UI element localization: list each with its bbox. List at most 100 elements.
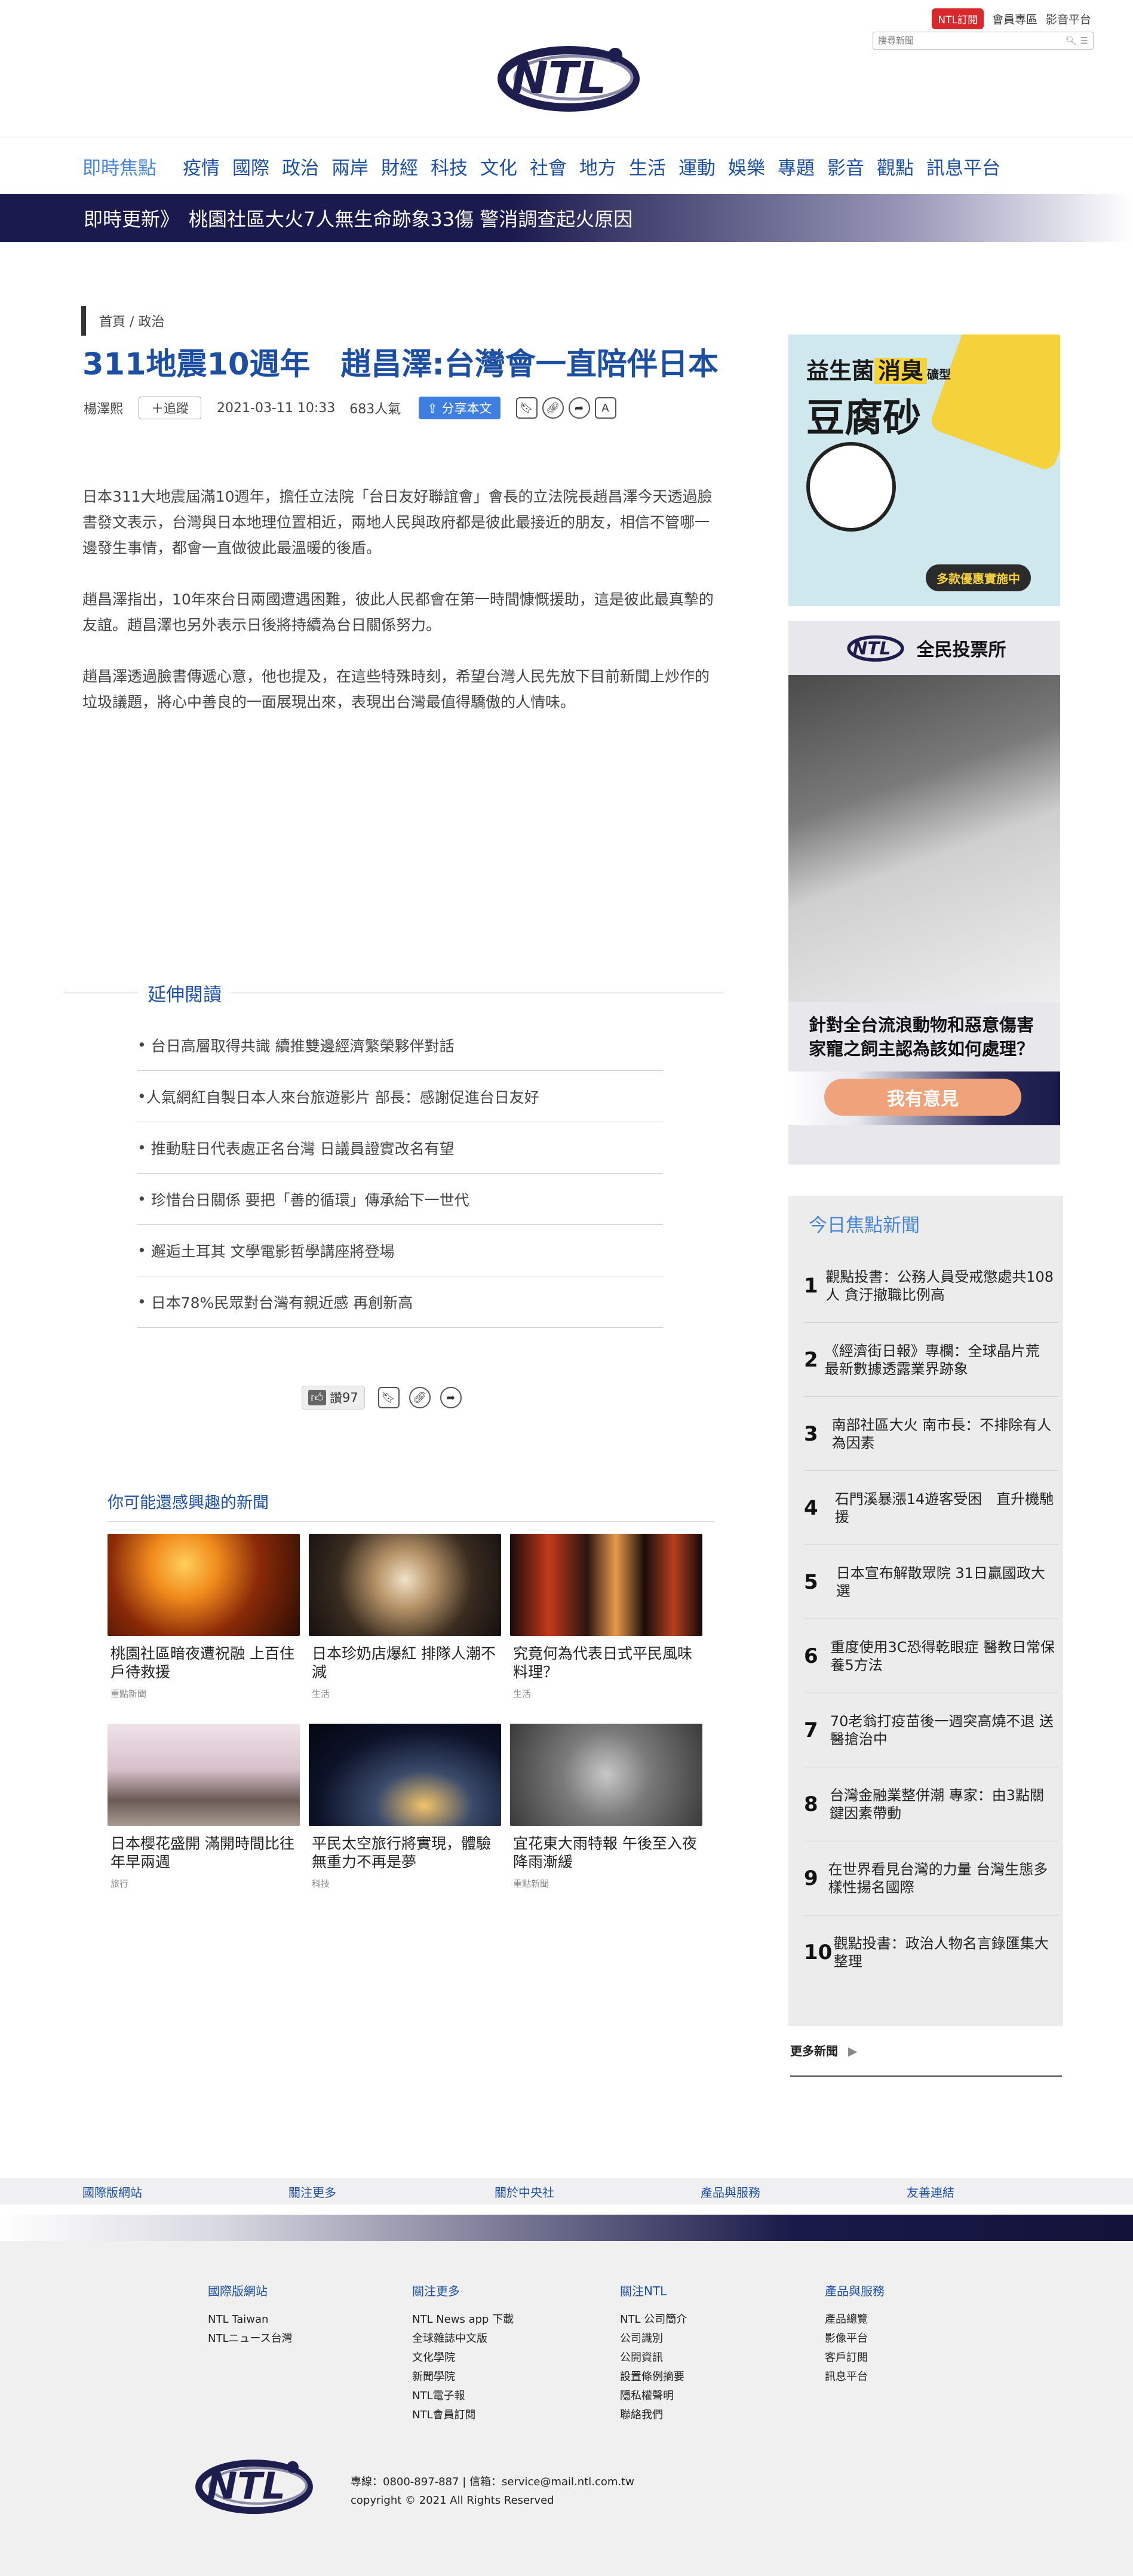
forward-icon[interactable]: ➦	[568, 397, 590, 419]
footer-col-link[interactable]: 公開資訊	[620, 2348, 687, 2368]
list-item[interactable]: • 珍惜台日關係 要把「善的循環」傳承給下一世代	[137, 1174, 663, 1225]
breaking-text[interactable]: 桃園社區大火7人無生命跡象33傷 警消調查起火原因	[189, 204, 632, 232]
menu-icon[interactable]: ☰	[1080, 35, 1088, 46]
nav-item-culture[interactable]: 文化	[480, 153, 517, 180]
footer-link[interactable]: 國際版網站	[82, 2183, 288, 2200]
news-card[interactable]: 日本櫻花盛開 滿開時間比往年早兩週 旅行	[108, 1724, 300, 1890]
nav-item-sports[interactable]: 運動	[678, 153, 716, 180]
focus-item[interactable]: 2 《經濟街日報》專欄：全球晶片荒 最新數據透露業界跡象	[804, 1323, 1058, 1397]
author-name[interactable]: 楊澤熙	[84, 398, 123, 417]
nav-hot[interactable]: 即時焦點	[82, 153, 156, 180]
footer-link[interactable]: 友善連結	[907, 2183, 1113, 2200]
focus-item[interactable]: 5 日本宣布解散眾院 31日贏國政大選	[804, 1545, 1058, 1619]
footer-col-link[interactable]: 客戶訂閱	[825, 2348, 885, 2368]
news-card[interactable]: 桃園社區暗夜遭祝融 上百住戶待救援 重點新聞	[108, 1534, 300, 1700]
footer-logo[interactable]: NTL	[190, 2451, 318, 2520]
bookmark-icon[interactable]: 🔖︎	[377, 1387, 400, 1408]
footer-col-link[interactable]: 影像平台	[825, 2329, 885, 2348]
breaking-news-bar[interactable]: 即時更新》 桃園社區大火7人無生命跡象33傷 警消調查起火原因	[0, 194, 1133, 242]
link-icon[interactable]: 🔗︎	[542, 397, 564, 419]
nav-item-platform[interactable]: 訊息平台	[926, 153, 1000, 180]
footer-col-link[interactable]: 訊息平台	[825, 2368, 885, 2387]
nav-item-tech[interactable]: 科技	[431, 153, 468, 180]
ad-button[interactable]: 多款優惠實施中	[926, 564, 1031, 591]
nav-item-society[interactable]: 社會	[530, 153, 567, 180]
news-card[interactable]: 平民太空旅行將實現，體驗無重力不再是夢 科技	[309, 1724, 501, 1890]
list-item[interactable]: • 台日高層取得共識 續推雙邊經濟繁榮夥伴對話	[137, 1020, 663, 1071]
follow-button[interactable]: ＋追蹤	[139, 397, 202, 419]
member-link[interactable]: 會員專區	[992, 11, 1037, 27]
news-card-title[interactable]: 平民太空旅行將實現，體驗無重力不再是夢	[309, 1834, 501, 1871]
news-card-title[interactable]: 宜花東大雨特報 午後至入夜降雨漸緩	[510, 1834, 702, 1871]
search-box[interactable]: 🔍︎ ☰	[873, 32, 1094, 50]
nav-item-cross-strait[interactable]: 兩岸	[331, 153, 369, 180]
focus-item[interactable]: 8 台灣金融業整併潮 專家：由3點關鍵因素帶動	[804, 1767, 1058, 1841]
footer-col-link[interactable]: NTL Taiwan	[208, 2310, 293, 2329]
nav-item-local[interactable]: 地方	[579, 153, 616, 180]
focus-item[interactable]: 4 石門溪暴漲14遊客受困 直升機馳援	[804, 1471, 1058, 1545]
footer-col-link[interactable]: NTLニュース台灣	[208, 2329, 293, 2348]
news-card-image[interactable]	[108, 1534, 300, 1636]
footer-col-link[interactable]: 文化學院	[412, 2348, 514, 2368]
footer-col-link[interactable]: 新聞學院	[412, 2368, 514, 2387]
like-button[interactable]: 👍︎ 讚 97	[302, 1386, 365, 1410]
focus-item[interactable]: 10 觀點投書：政治人物名言錄匯集大整理	[804, 1915, 1058, 1989]
footer-col-link[interactable]: 產品總覽	[825, 2310, 885, 2329]
news-card-image[interactable]	[108, 1724, 300, 1826]
footer-col-link[interactable]: 隱私權聲明	[620, 2387, 687, 2406]
footer-col-link[interactable]: 設置條例摘要	[620, 2368, 687, 2387]
nav-item-finance[interactable]: 財經	[381, 153, 418, 180]
footer-col-link[interactable]: 公司識別	[620, 2329, 687, 2348]
forward-icon[interactable]: ➦	[440, 1387, 462, 1408]
nav-item-epidemic[interactable]: 疫情	[183, 153, 220, 180]
nav-item-international[interactable]: 國際	[232, 153, 269, 180]
link-icon[interactable]: 🔗︎	[409, 1387, 431, 1408]
news-card-title[interactable]: 日本珍奶店爆紅 排隊人潮不減	[309, 1644, 501, 1681]
news-card-image[interactable]	[309, 1724, 501, 1826]
news-card-image[interactable]	[510, 1724, 702, 1826]
search-input[interactable]	[878, 35, 1066, 46]
more-news-link[interactable]: 更多新聞 ▶	[790, 2041, 1062, 2077]
footer-link[interactable]: 產品與服務	[701, 2183, 907, 2200]
media-link[interactable]: 影音平台	[1046, 11, 1091, 27]
list-item[interactable]: • 邂逅土耳其 文學電影哲學講座將登場	[137, 1225, 663, 1276]
footer-col-link[interactable]: 全球雜誌中文版	[412, 2329, 514, 2348]
poll-button[interactable]: 我有意見	[824, 1079, 1021, 1116]
nav-item-life[interactable]: 生活	[629, 153, 666, 180]
font-size-icon[interactable]: A	[594, 397, 616, 419]
sidebar-ad[interactable]: 益生菌 消臭 礦型 豆腐砂 多款優惠實施中	[788, 334, 1060, 606]
news-card-title[interactable]: 桃園社區暗夜遭祝融 上百住戶待救援	[108, 1644, 300, 1681]
focus-item[interactable]: 1 觀點投書：公務人員受戒懲處共108人 貪汙撤職比例高	[804, 1249, 1058, 1323]
footer-link[interactable]: 關於中央社	[495, 2183, 701, 2200]
news-card-title[interactable]: 日本櫻花盛開 滿開時間比往年早兩週	[108, 1834, 300, 1871]
news-card[interactable]: 究竟何為代表日式平民風味料理？ 生活	[510, 1534, 702, 1700]
search-icon[interactable]: 🔍︎	[1066, 35, 1077, 46]
news-card-image[interactable]	[510, 1534, 702, 1636]
footer-col-link[interactable]: 聯絡我們	[620, 2406, 687, 2425]
nav-item-entertainment[interactable]: 娛樂	[728, 153, 765, 180]
nav-item-politics[interactable]: 政治	[282, 153, 319, 180]
focus-item[interactable]: 7 70老翁打疫苗後一週突高燒不退 送醫搶治中	[804, 1693, 1058, 1767]
share-button[interactable]: ⇪ 分享本文	[419, 397, 501, 419]
list-item[interactable]: • 人氣網紅自製日本人來台旅遊影片 部長：感謝促進台日友好	[137, 1071, 663, 1122]
footer-link[interactable]: 關注更多	[288, 2183, 495, 2200]
news-card[interactable]: 宜花東大雨特報 午後至入夜降雨漸緩 重點新聞	[510, 1724, 702, 1890]
news-card-title[interactable]: 究竟何為代表日式平民風味料理？	[510, 1644, 702, 1681]
subscribe-button[interactable]: NTL訂閱	[932, 8, 984, 29]
breadcrumb[interactable]: 首頁 / 政治	[81, 306, 164, 336]
nav-item-topics[interactable]: 專題	[778, 153, 815, 180]
focus-item[interactable]: 9 在世界看見台灣的力量 台灣生態多樣性揚名國際	[804, 1841, 1058, 1915]
focus-item[interactable]: 3 南部社區大火 南市長：不排除有人為因素	[804, 1397, 1058, 1471]
list-item[interactable]: • 推動駐日代表處正名台灣 日議員證實改名有望	[137, 1122, 663, 1174]
footer-col-link[interactable]: NTL 公司簡介	[620, 2310, 687, 2329]
nav-item-video[interactable]: 影音	[827, 153, 864, 180]
footer-col-link[interactable]: NTL News app 下載	[412, 2310, 514, 2329]
list-item[interactable]: • 日本78%民眾對台灣有親近感 再創新高	[137, 1276, 663, 1328]
news-card[interactable]: 日本珍奶店爆紅 排隊人潮不減 生活	[309, 1534, 501, 1700]
site-logo[interactable]: NTL	[491, 36, 646, 119]
footer-col-link[interactable]: NTL會員訂閱	[412, 2406, 514, 2425]
bookmark-icon[interactable]: 🔖︎	[515, 397, 538, 419]
footer-col-link[interactable]: NTL電子報	[412, 2387, 514, 2406]
nav-item-opinion[interactable]: 觀點	[877, 153, 914, 180]
focus-item[interactable]: 6 重度使用3C恐得乾眼症 醫教日常保養5方法	[804, 1619, 1058, 1693]
